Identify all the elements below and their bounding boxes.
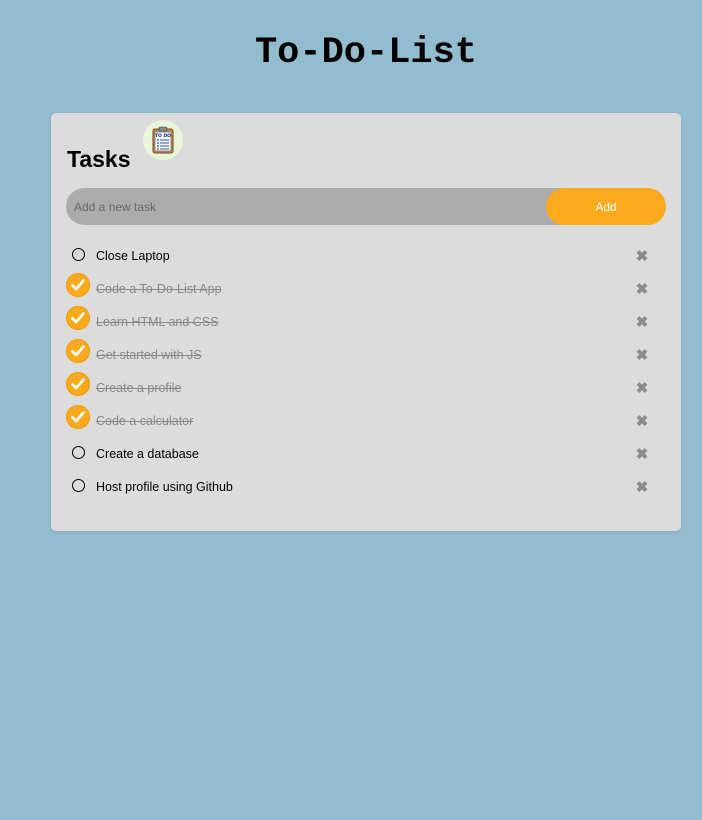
checked-circle-icon[interactable] xyxy=(66,405,90,429)
card-title: Tasks xyxy=(67,146,131,172)
task-item[interactable]: Code a To-Do-List App ✖ xyxy=(66,273,666,306)
task-text: Host profile using Github xyxy=(96,480,233,494)
task-item[interactable]: Learn HTML and CSS ✖ xyxy=(66,306,666,339)
task-item[interactable]: Code a calculator ✖ xyxy=(66,405,666,438)
new-task-input[interactable] xyxy=(66,188,546,225)
delete-task-icon[interactable]: ✖ xyxy=(635,282,649,297)
task-text: Code a To-Do-List App xyxy=(96,282,222,296)
task-text: Close Laptop xyxy=(96,249,170,263)
unchecked-circle-icon[interactable] xyxy=(66,438,90,462)
task-item[interactable]: Create a database ✖ xyxy=(66,438,666,471)
add-task-button[interactable]: Add xyxy=(546,188,666,225)
delete-task-icon[interactable]: ✖ xyxy=(635,447,649,462)
page-title: To-Do-List xyxy=(254,32,478,74)
task-list: Close Laptop ✖ Code a To-Do-List App ✖ Learn… xyxy=(66,240,666,504)
task-item[interactable]: Host profile using Github ✖ xyxy=(66,471,666,504)
delete-task-icon[interactable]: ✖ xyxy=(635,315,649,330)
delete-task-icon[interactable]: ✖ xyxy=(635,249,649,264)
delete-task-icon[interactable]: ✖ xyxy=(635,348,649,363)
card-header: Tasks TO DO xyxy=(67,120,183,173)
svg-text:TO DO: TO DO xyxy=(155,133,171,139)
delete-task-icon[interactable]: ✖ xyxy=(635,480,649,495)
delete-task-icon[interactable]: ✖ xyxy=(635,414,649,429)
checked-circle-icon[interactable] xyxy=(66,372,90,396)
clipboard-todo-icon: TO DO xyxy=(142,120,183,160)
checked-circle-icon[interactable] xyxy=(66,273,90,297)
unchecked-circle-icon[interactable] xyxy=(66,471,90,495)
task-text: Create a profile xyxy=(96,381,182,395)
task-text: Get started with JS xyxy=(96,348,202,362)
add-task-row: Add xyxy=(66,188,666,225)
task-item[interactable]: Get started with JS ✖ xyxy=(66,339,666,372)
checked-circle-icon[interactable] xyxy=(66,339,90,363)
delete-task-icon[interactable]: ✖ xyxy=(635,381,649,396)
task-item[interactable]: Create a profile ✖ xyxy=(66,372,666,405)
task-item[interactable]: Close Laptop ✖ xyxy=(66,240,666,273)
checked-circle-icon[interactable] xyxy=(66,306,90,330)
unchecked-circle-icon[interactable] xyxy=(66,240,90,264)
todo-card: Tasks TO DO Add Close Laptop✖Code a To-D… xyxy=(51,113,681,531)
task-text: Create a database xyxy=(96,447,199,461)
task-text: Code a calculator xyxy=(96,414,194,428)
task-text: Learn HTML and CSS xyxy=(96,315,219,329)
